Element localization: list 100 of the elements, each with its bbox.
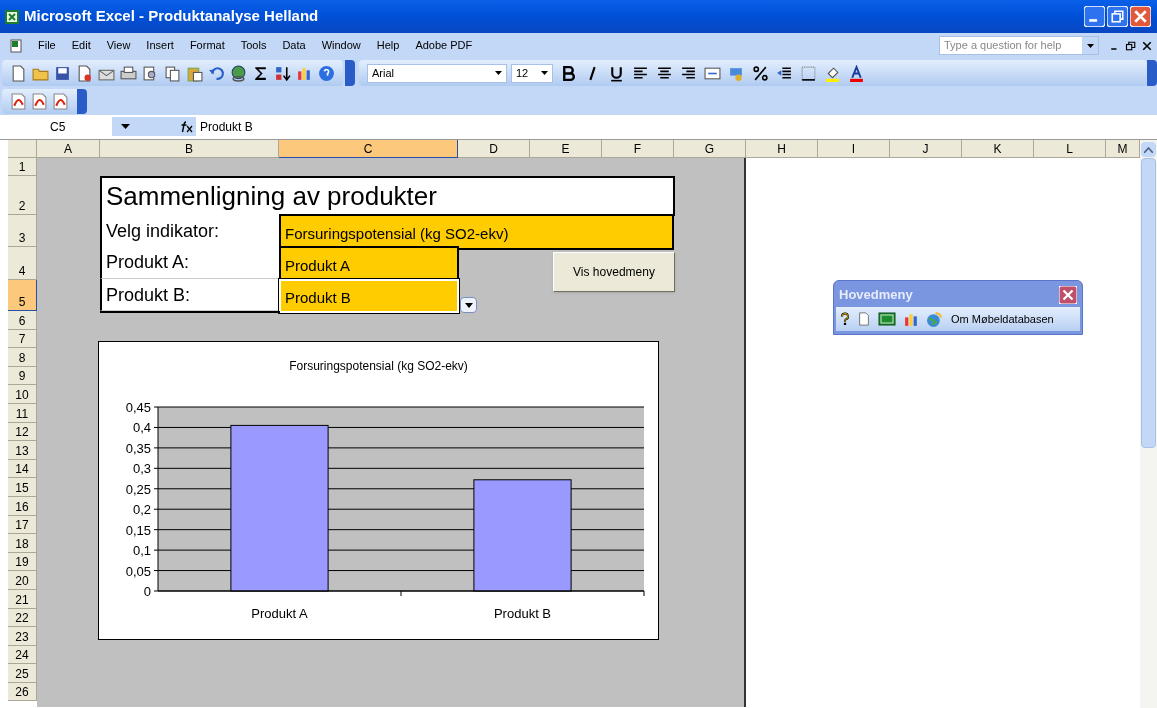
decrease-indent-icon[interactable] bbox=[776, 64, 793, 82]
menu-item[interactable]: Format bbox=[181, 35, 233, 56]
menu-item[interactable]: Insert bbox=[138, 35, 182, 56]
sheet-title: Sammenligning av produkter bbox=[100, 176, 675, 216]
column-header[interactable]: G bbox=[674, 140, 746, 158]
row-header[interactable]: 23 bbox=[8, 627, 37, 646]
column-header[interactable]: F bbox=[602, 140, 674, 158]
font-color-icon[interactable] bbox=[848, 64, 865, 82]
sort-icon[interactable] bbox=[274, 64, 291, 82]
menu-item[interactable]: Window bbox=[313, 35, 369, 56]
row-header[interactable]: 18 bbox=[8, 534, 37, 553]
column-header[interactable]: J bbox=[890, 140, 962, 158]
y-tick-label: 0,35 bbox=[125, 440, 151, 456]
underline-icon[interactable] bbox=[608, 64, 625, 82]
align-right-icon[interactable] bbox=[680, 64, 697, 82]
row-header[interactable]: 25 bbox=[8, 664, 37, 683]
pdf-mail-icon[interactable] bbox=[52, 93, 69, 110]
y-tick-label: 0,45 bbox=[125, 400, 151, 415]
formula-field[interactable]: Produkt B bbox=[196, 117, 1157, 136]
y-tick-label: 0,4 bbox=[132, 420, 151, 436]
menu-item[interactable]: Adobe PDF bbox=[407, 35, 481, 56]
column-header[interactable]: A bbox=[37, 140, 100, 158]
bold-icon[interactable] bbox=[560, 64, 577, 82]
dropdown-arrow-icon bbox=[541, 71, 548, 75]
row-header[interactable]: 3 bbox=[8, 215, 37, 247]
dropdown-cell[interactable]: Produkt B bbox=[279, 279, 459, 313]
row-header[interactable]: 6 bbox=[8, 311, 37, 330]
toolbar-options-icon[interactable] bbox=[1147, 60, 1157, 86]
close-icon[interactable] bbox=[1141, 39, 1153, 52]
menu-item[interactable]: View bbox=[98, 35, 139, 56]
row-header[interactable]: 20 bbox=[8, 571, 37, 590]
dropdown-arrow-icon bbox=[495, 71, 502, 75]
pdf-icon[interactable] bbox=[10, 93, 27, 110]
column-header[interactable]: I bbox=[818, 140, 890, 158]
help-search-field[interactable]: Type a question for help bbox=[939, 36, 1099, 55]
excel-logo-icon[interactable] bbox=[4, 8, 20, 25]
row-header[interactable]: 5 bbox=[8, 280, 37, 311]
help-icon[interactable] bbox=[839, 311, 851, 327]
field-label: Produkt B: bbox=[100, 279, 280, 311]
row-header[interactable]: 8 bbox=[8, 348, 37, 367]
font-dropdown[interactable]: Arial bbox=[367, 63, 507, 83]
fill-color-icon[interactable] bbox=[824, 64, 841, 82]
align-left-icon[interactable] bbox=[632, 64, 649, 82]
show-menu-button[interactable]: Vis hovedmeny bbox=[553, 252, 675, 292]
page-icon[interactable] bbox=[857, 311, 871, 327]
dropdown-cell[interactable]: Forsuringspotensial (kg SO2-ekv) bbox=[279, 214, 674, 250]
restore-icon[interactable] bbox=[1125, 39, 1137, 52]
column-header[interactable]: K bbox=[962, 140, 1034, 158]
name-box[interactable]: C5 bbox=[0, 117, 112, 136]
menu-item[interactable]: Edit bbox=[63, 35, 99, 56]
row-header[interactable]: 1 bbox=[8, 158, 37, 176]
column-header[interactable]: E bbox=[530, 140, 602, 158]
row-header[interactable]: 2 bbox=[8, 176, 37, 215]
scroll-thumb[interactable] bbox=[1141, 158, 1156, 448]
row-header[interactable]: 10 bbox=[8, 385, 37, 404]
column-header[interactable]: D bbox=[458, 140, 530, 158]
epd-icon[interactable] bbox=[877, 311, 897, 327]
y-tick-label: 0,3 bbox=[132, 461, 151, 477]
toolbar-options-icon[interactable] bbox=[345, 60, 355, 86]
minimize-icon[interactable] bbox=[1084, 6, 1105, 27]
menu-item[interactable]: Tools bbox=[232, 35, 275, 56]
row-header[interactable]: 4 bbox=[8, 247, 37, 280]
column-header[interactable]: B bbox=[100, 140, 279, 158]
dropdown-arrow-icon bbox=[118, 121, 132, 132]
borders-icon[interactable] bbox=[800, 64, 817, 82]
help-icon[interactable] bbox=[318, 64, 335, 82]
chart-title: Forsuringspotensial (kg SO2-ekv) bbox=[289, 359, 468, 373]
dropdown-button-icon[interactable] bbox=[460, 297, 477, 313]
column-header[interactable]: L bbox=[1034, 140, 1106, 158]
column-header[interactable]: C bbox=[279, 140, 458, 158]
new-document-icon[interactable] bbox=[10, 64, 27, 82]
y-tick-label: 0,1 bbox=[132, 543, 151, 559]
hyperlink-icon[interactable] bbox=[230, 64, 247, 82]
row-header[interactable]: 13 bbox=[8, 441, 37, 460]
menu-item[interactable]: File bbox=[30, 35, 64, 56]
font-size-dropdown[interactable]: 12 bbox=[511, 63, 553, 83]
save-icon[interactable] bbox=[54, 64, 71, 82]
align-center-icon[interactable] bbox=[656, 64, 673, 82]
autosum-icon[interactable] bbox=[252, 64, 269, 82]
toolbar-options-icon[interactable] bbox=[77, 89, 87, 114]
scroll-up-icon[interactable] bbox=[1141, 142, 1156, 157]
copy-icon[interactable] bbox=[164, 64, 181, 82]
percent-icon[interactable] bbox=[752, 64, 769, 82]
pdf-icon[interactable] bbox=[31, 93, 48, 110]
row-header[interactable]: 15 bbox=[8, 478, 37, 497]
x-tick-label: Produkt A bbox=[251, 606, 308, 621]
permission-icon[interactable] bbox=[76, 64, 93, 82]
x-tick-label: Produkt B bbox=[493, 606, 552, 621]
column-header[interactable]: H bbox=[746, 140, 818, 158]
field-label: Velg indikator: bbox=[100, 214, 280, 248]
toolbar-title: Hovedmeny bbox=[839, 286, 914, 305]
print-icon[interactable] bbox=[120, 64, 137, 82]
globe-icon[interactable] bbox=[926, 310, 943, 328]
y-tick-label: 0,15 bbox=[125, 522, 151, 538]
undo-icon[interactable] bbox=[208, 64, 225, 82]
y-tick-label: 0,05 bbox=[125, 563, 151, 579]
menu-item[interactable]: Help bbox=[368, 35, 408, 56]
column-header[interactable]: M bbox=[1106, 140, 1140, 158]
menu-item[interactable]: Data bbox=[274, 35, 314, 56]
vertical-scrollbar[interactable] bbox=[1140, 140, 1157, 708]
